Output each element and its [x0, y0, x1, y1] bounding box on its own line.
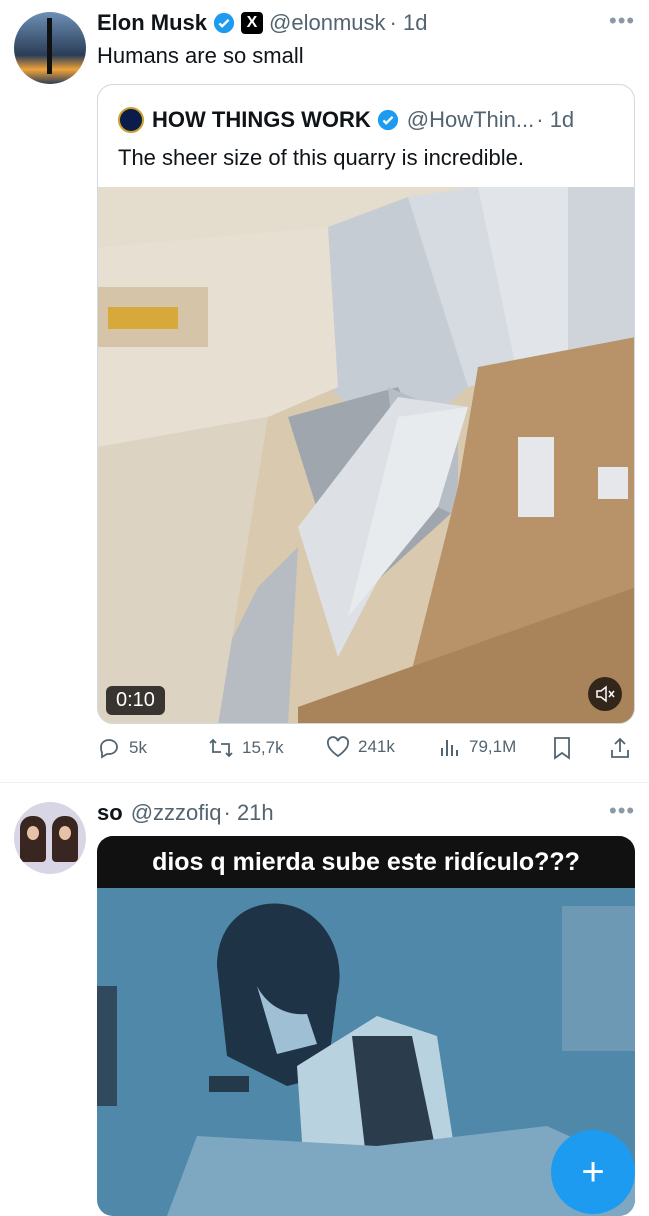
more-icon[interactable]: ••• [609, 798, 635, 824]
quote-text: The sheer size of this quarry is incredi… [118, 145, 524, 170]
reply-count: 5k [129, 738, 147, 757]
avatar-elon[interactable] [14, 12, 86, 84]
quote-avatar[interactable] [118, 107, 144, 133]
mute-icon[interactable] [588, 677, 622, 711]
tweet-actions: 5k 15,7k 241k 79,1M [97, 736, 637, 764]
quote-author-handle[interactable]: @HowThin... [407, 107, 534, 133]
video-duration: 0:10 [106, 686, 165, 715]
share-button[interactable] [609, 736, 639, 760]
x-affiliation-icon: X [241, 12, 264, 34]
quoted-tweet[interactable]: HOW THINGS WORK @HowThin... · 1d The she… [97, 84, 635, 724]
tweet-time[interactable]: · 1d [390, 10, 428, 36]
bookmark-icon [554, 737, 570, 760]
tweet-text: Humans are so small [97, 43, 304, 68]
verified-icon [213, 12, 235, 34]
views-button[interactable]: 79,1M [439, 736, 516, 758]
compose-button[interactable]: + [551, 1130, 635, 1214]
view-count: 79,1M [469, 737, 517, 756]
tweet-divider [0, 782, 649, 783]
quote-time: · 1d [536, 107, 575, 132]
author-name[interactable]: so [97, 800, 123, 826]
heart-icon [326, 736, 350, 758]
quarry-video[interactable]: 0:10 [98, 187, 634, 723]
avatar-so[interactable] [14, 802, 86, 874]
analytics-icon [441, 740, 458, 756]
share-icon [611, 737, 629, 758]
repost-count: 15,7k [242, 738, 284, 757]
more-icon[interactable]: ••• [609, 8, 635, 34]
like-count: 241k [358, 737, 395, 756]
author-handle[interactable]: @elonmusk [269, 10, 386, 36]
reply-icon [100, 739, 118, 759]
author-name[interactable]: Elon Musk [97, 10, 207, 36]
quote-author-name[interactable]: HOW THINGS WORK [152, 107, 371, 133]
quarry-image [98, 187, 634, 723]
repost-button[interactable]: 15,7k [208, 736, 284, 760]
tweet-time[interactable]: · 21h [224, 800, 274, 826]
meme-caption: dios q mierda sube este ridículo??? [97, 836, 635, 888]
repost-icon [209, 738, 233, 758]
author-handle[interactable]: @zzzofiq [131, 800, 222, 826]
bookmark-button[interactable] [552, 736, 580, 760]
like-button[interactable]: 241k [326, 736, 395, 758]
verified-icon [377, 109, 398, 131]
reply-button[interactable]: 5k [97, 736, 147, 760]
